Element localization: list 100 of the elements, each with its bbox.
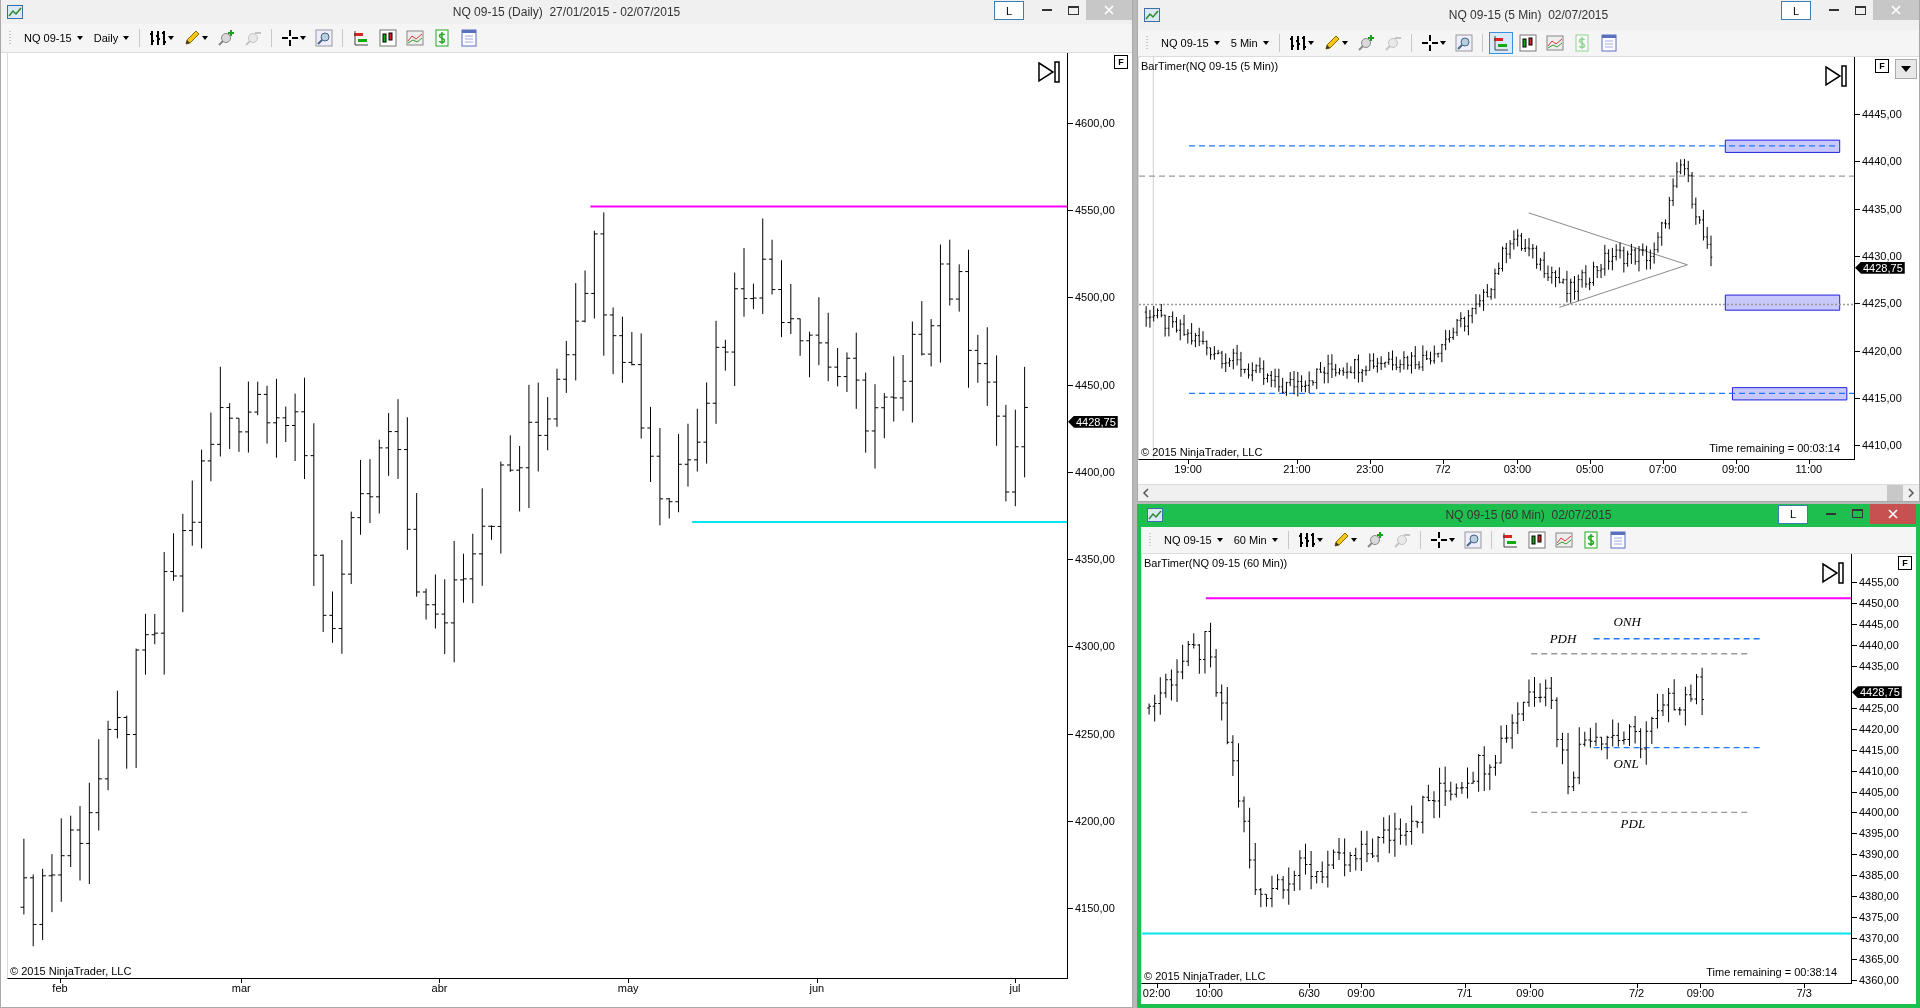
data-series-button[interactable]	[1488, 32, 1513, 54]
axis-label: 4410,00	[1862, 439, 1902, 452]
axis-label: 03:00	[1503, 462, 1532, 475]
scale-button[interactable]: F	[1898, 555, 1912, 570]
scroll-to-end-icon[interactable]	[1037, 61, 1061, 83]
scroll-to-end-icon[interactable]	[1824, 65, 1848, 87]
scroll-to-end-icon[interactable]	[1821, 561, 1845, 584]
magnifier-icon	[1454, 34, 1473, 52]
axis-label: 4200,00	[1075, 814, 1115, 827]
close-icon	[1891, 5, 1901, 15]
axis-label: 09:00	[1516, 987, 1544, 999]
crosshair-icon	[1429, 530, 1448, 549]
maximize-icon	[1067, 5, 1079, 15]
axis-label: 21:00	[1283, 462, 1311, 475]
dollar-icon	[433, 29, 452, 47]
price-marker: 4428,75	[1855, 261, 1905, 274]
close-icon	[1104, 5, 1114, 15]
price-marker: 4428,75	[1068, 415, 1118, 428]
axis-label: 4390,00	[1859, 848, 1899, 861]
axis-label: 4450,00	[1075, 378, 1115, 391]
axis-label: 19:00	[1174, 462, 1202, 475]
axis-label: 4400,00	[1859, 806, 1899, 819]
level-label: PDL	[1620, 816, 1646, 833]
candlestick-icon	[379, 29, 398, 47]
crosshair-icon	[281, 29, 300, 47]
instrument-dropdown[interactable]: NQ 09-15	[1157, 35, 1224, 51]
caret-icon	[1341, 41, 1348, 45]
axis-label: 07:00	[1649, 462, 1677, 475]
maximize-icon	[1854, 5, 1866, 15]
caret-icon	[123, 36, 130, 40]
caret-icon	[1316, 537, 1323, 542]
grip-icon	[1146, 35, 1150, 51]
instrument-dropdown[interactable]: NQ 09-15	[1160, 531, 1227, 548]
level-label: PDH	[1549, 631, 1577, 648]
interval-dropdown[interactable]: 60 Min	[1229, 531, 1282, 548]
axis-label: 4445,00	[1859, 618, 1899, 631]
line-chart-icon	[406, 29, 425, 47]
scale-button[interactable]: F	[1875, 59, 1889, 73]
axis-label: 4430,00	[1862, 249, 1902, 262]
magnifier-icon	[1463, 530, 1482, 549]
line-chart-icon	[1545, 34, 1564, 52]
zoom-in-icon	[1365, 530, 1384, 549]
caret-icon	[1901, 66, 1911, 72]
scrollbar[interactable]	[1138, 483, 1919, 501]
minimize-icon	[1829, 9, 1839, 11]
series-icon	[1500, 530, 1519, 549]
copyright-text: © 2015 NinjaTrader, LLC	[1141, 445, 1263, 458]
caret-icon	[76, 36, 83, 40]
caret-icon	[1350, 537, 1357, 542]
zoom-out-icon	[1383, 34, 1402, 52]
axis-label: 11:00	[1795, 462, 1823, 475]
axis-label: 4365,00	[1859, 952, 1899, 965]
axis-label: 4375,00	[1859, 911, 1899, 924]
axis-label: 6/30	[1298, 987, 1320, 999]
caret-icon	[1271, 537, 1278, 542]
caret-icon	[1448, 537, 1455, 542]
indicator-label: BarTimer(NQ 09-15 (60 Min))	[1144, 556, 1288, 569]
axis-label: 4360,00	[1859, 973, 1899, 986]
layout-button[interactable]: L	[1778, 504, 1808, 524]
copyright-text: © 2015 NinjaTrader, LLC	[1144, 970, 1266, 982]
axis-label: 4150,00	[1075, 902, 1115, 915]
layout-button[interactable]: L	[1781, 1, 1811, 20]
level-label: ONH	[1613, 614, 1641, 631]
axis-label: jul	[1009, 982, 1021, 994]
caret-icon	[1262, 41, 1269, 45]
scale-button[interactable]: F	[1114, 55, 1128, 69]
axis-label: 4425,00	[1859, 701, 1899, 714]
axis-label: 4415,00	[1862, 391, 1902, 404]
pencil-icon	[183, 29, 202, 47]
interval-dropdown[interactable]: 5 Min	[1226, 35, 1273, 51]
instrument-dropdown[interactable]: NQ 09-15	[20, 30, 87, 46]
dollar-icon	[1581, 530, 1600, 549]
pencil-icon	[1322, 34, 1341, 52]
axis-label: 4500,00	[1075, 291, 1115, 304]
menu-button[interactable]	[1895, 59, 1917, 79]
caret-icon	[300, 36, 307, 40]
axis-label: 7/2	[1628, 987, 1645, 999]
axis-label: mar	[231, 982, 251, 994]
axis-label: 4400,00	[1075, 465, 1115, 478]
axis-label: 4440,00	[1859, 639, 1899, 652]
axis-label: 4250,00	[1075, 727, 1115, 740]
axis-label: 4425,00	[1862, 297, 1902, 310]
series-icon	[352, 29, 371, 47]
axis-label: 4420,00	[1859, 722, 1899, 735]
crosshair-icon	[1420, 34, 1439, 52]
axis-label: 4445,00	[1862, 107, 1902, 120]
series-icon	[1491, 34, 1510, 52]
axis-label: 09:00	[1722, 462, 1750, 475]
copyright-text: © 2015 NinjaTrader, LLC	[10, 965, 132, 977]
window-title: NQ 09-15 (5 Min) 02/07/2015	[1448, 8, 1609, 22]
scrollbar-thumb[interactable]	[1887, 484, 1903, 501]
axis-label: 4370,00	[1859, 931, 1899, 944]
chart-icon	[1147, 508, 1163, 522]
layout-button[interactable]: L	[994, 1, 1024, 20]
level-label: ONL	[1613, 755, 1639, 772]
axis-label: 02:00	[1142, 987, 1171, 999]
bars-icon	[149, 29, 168, 47]
time-remaining-text: Time remaining = 00:03:14	[1709, 441, 1840, 454]
interval-dropdown[interactable]: Daily	[89, 30, 134, 46]
caret-icon	[202, 36, 209, 40]
